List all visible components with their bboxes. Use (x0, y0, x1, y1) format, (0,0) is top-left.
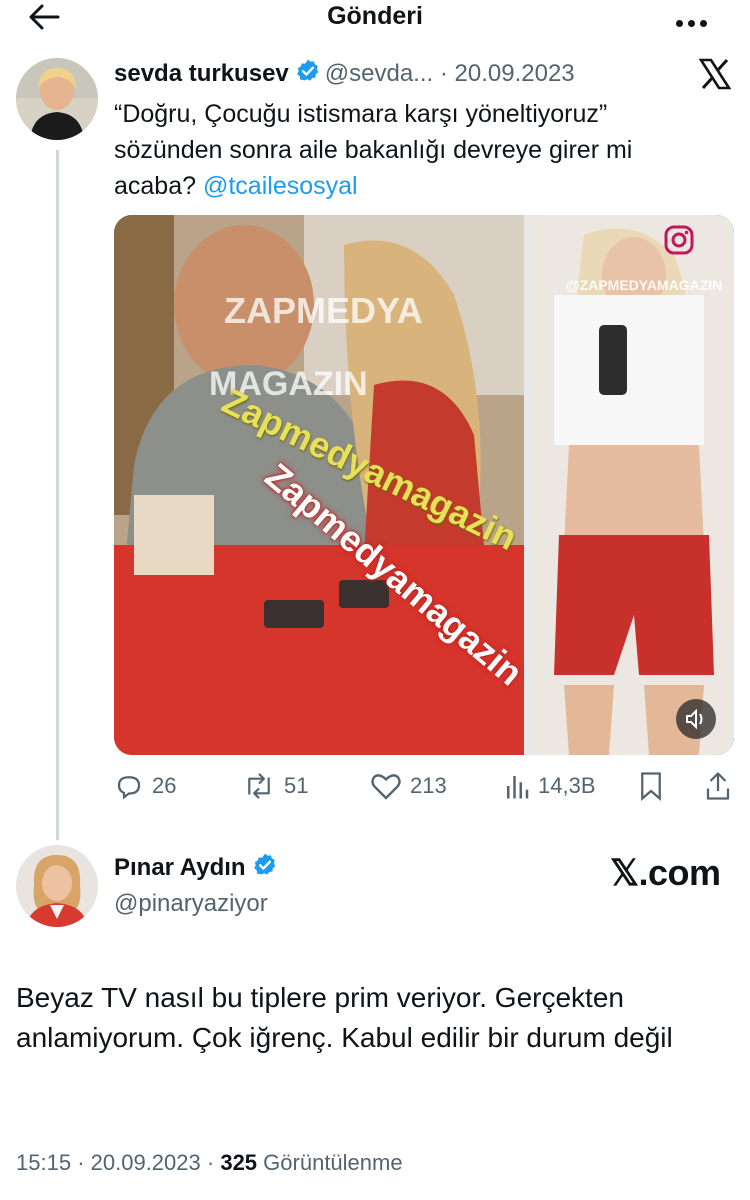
share-button[interactable] (704, 766, 740, 806)
repost-count: 51 (284, 773, 309, 798)
reply-tweet-text: Beyaz TV nasıl bu tiplere prim veriyor. … (16, 982, 673, 1053)
reply-button[interactable]: 26 (114, 766, 176, 806)
author-name[interactable]: Pınar Aydın (114, 854, 246, 881)
quoted-tweet-header: sevda turkusev @sevda... · 20.09.2023 (114, 58, 674, 92)
views-count: 14,3B (538, 773, 596, 798)
watermark-text: @ZAPMEDYAMAGAZIN (566, 277, 723, 293)
heart-icon (371, 774, 401, 800)
reply-icon (117, 776, 141, 800)
tweet-media-image[interactable]: ZAPMEDYA MAGAZIN Zapmedyamagazin Zapmedy… (114, 215, 734, 755)
page-title: Gönderi (327, 2, 423, 30)
tweet-body: “Doğru, Çocuğu istismara karşı yöneltiyo… (114, 100, 633, 200)
views-chart-icon (507, 776, 529, 799)
repost-icon (248, 773, 270, 799)
author-handle[interactable]: @pinaryaziyor (114, 890, 268, 918)
tweet-time[interactable]: 15:15 (16, 1150, 71, 1175)
author-handle[interactable]: @sevda... (325, 60, 433, 87)
avatar[interactable] (16, 845, 98, 927)
separator-dot: · (439, 60, 448, 87)
verified-badge-icon (295, 58, 321, 91)
views-number: 325 (220, 1150, 258, 1175)
x-logo-icon (698, 58, 732, 90)
tweet-date[interactable]: 20.09.2023 (455, 60, 575, 87)
reply-count: 26 (152, 773, 177, 798)
tweet-actions: 26 51 213 14,3B (114, 766, 734, 806)
watermark-text: ZAPMEDYA (224, 290, 423, 331)
tweet-meta: 15:15 · 20.09.2023 · 325 Görüntülenme (16, 1150, 403, 1175)
tweet-date[interactable]: 20.09.2023 (91, 1150, 201, 1175)
instagram-icon (664, 225, 694, 255)
more-options-icon[interactable] (676, 14, 712, 27)
views-button[interactable]: 14,3B (504, 766, 596, 806)
verified-badge-icon (252, 852, 278, 885)
share-icon (706, 772, 730, 800)
volume-icon[interactable] (676, 699, 716, 739)
like-button[interactable]: 213 (370, 766, 447, 806)
top-bar: Gönderi (0, 0, 750, 34)
bookmark-icon (641, 772, 661, 801)
reply-author: Pınar Aydın (114, 852, 282, 885)
like-count: 213 (410, 773, 447, 798)
thread-connector (56, 150, 59, 840)
mention-link[interactable]: @tcailesosyal (203, 172, 358, 200)
repost-button[interactable]: 51 (242, 766, 308, 806)
author-name[interactable]: sevda turkusev (114, 60, 289, 87)
quoted-tweet-text: “Doğru, Çocuğu istismara karşı yöneltiyo… (114, 96, 714, 204)
views-label: Görüntülenme (263, 1150, 403, 1175)
x-com-brand: 𝕏.com (610, 852, 721, 893)
bookmark-button[interactable] (638, 766, 672, 806)
avatar[interactable] (16, 58, 98, 140)
